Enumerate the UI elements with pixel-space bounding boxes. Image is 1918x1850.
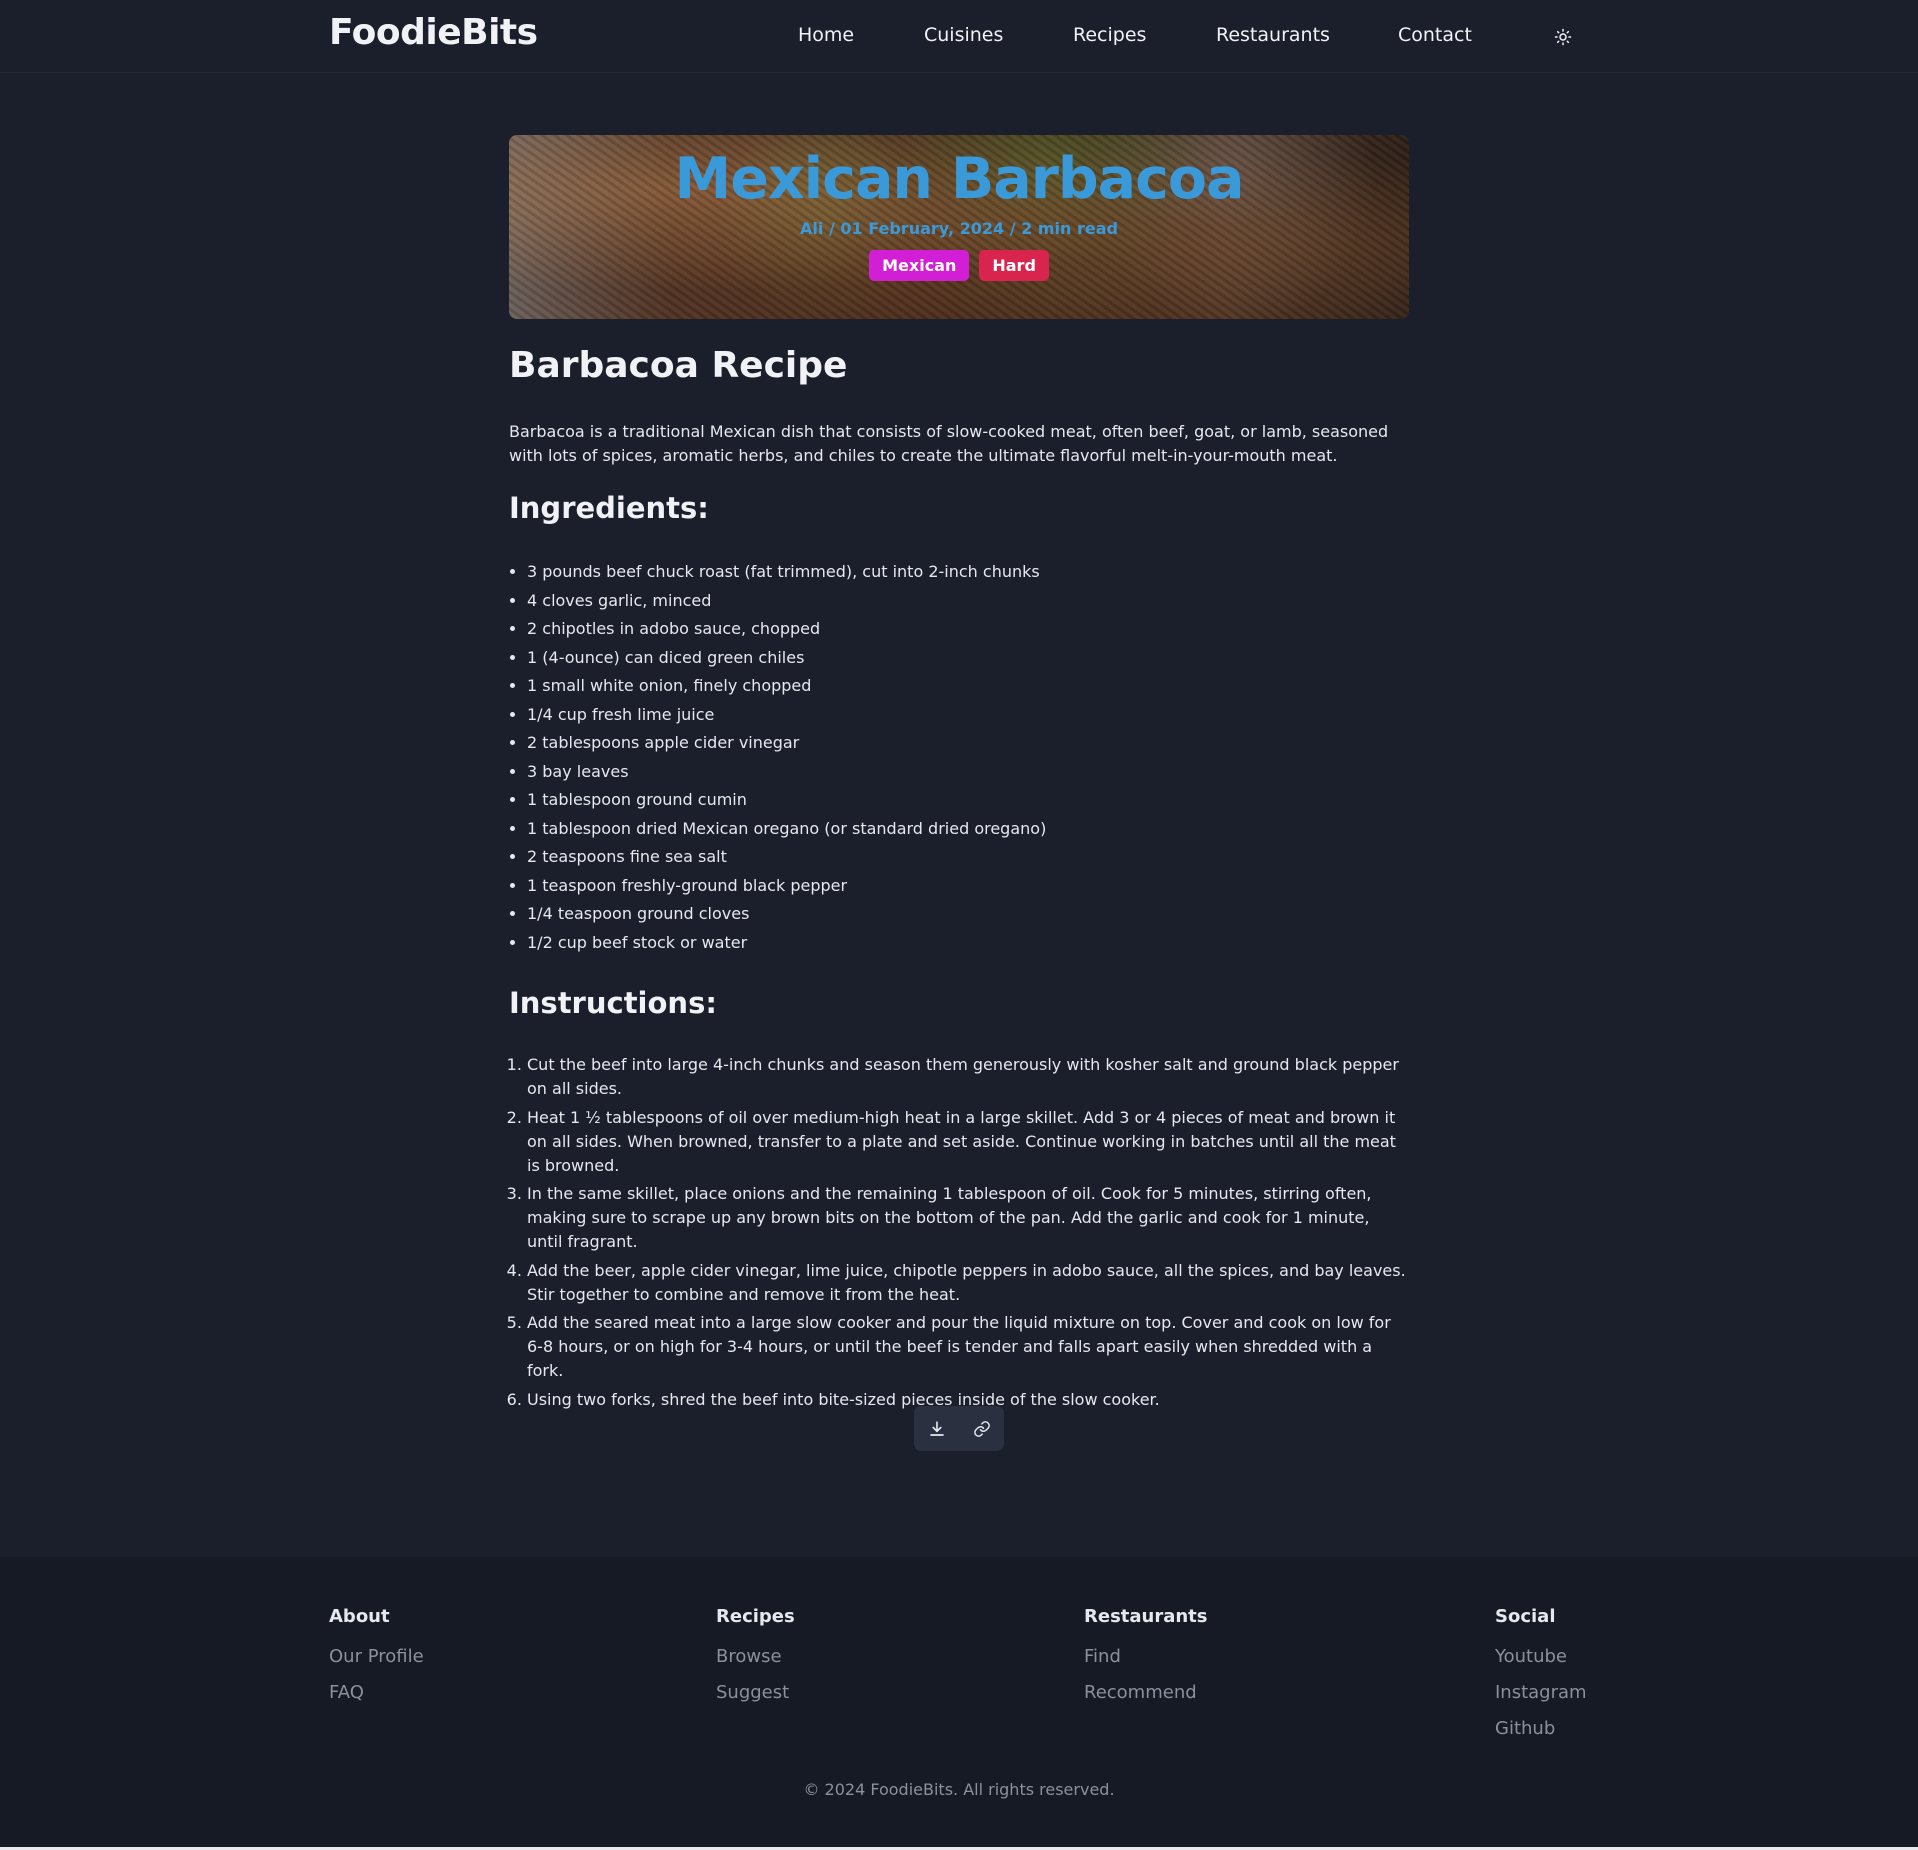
theme-toggle-button[interactable] — [1550, 24, 1576, 50]
instruction-step: Add the seared meat into a large slow co… — [527, 1311, 1409, 1383]
nav-link-cuisines[interactable]: Cuisines — [924, 24, 1003, 46]
ingredient-item: 1 teaspoon freshly-ground black pepper — [527, 872, 1409, 901]
ingredient-item: 3 bay leaves — [527, 758, 1409, 787]
footer-column-restaurants: Restaurants Find Recommend — [1084, 1605, 1208, 1711]
brand-logo[interactable]: FoodieBits — [329, 12, 538, 53]
ingredient-item: 1/4 teaspoon ground cloves — [527, 900, 1409, 929]
hero-title: Mexican Barbacoa — [674, 146, 1244, 212]
hero-content: Mexican Barbacoa Ali / 01 February, 2024… — [509, 135, 1409, 319]
footer-heading: About — [329, 1606, 390, 1627]
ingredient-item: 1/4 cup fresh lime juice — [527, 701, 1409, 730]
hero-banner: Mexican Barbacoa Ali / 01 February, 2024… — [509, 135, 1409, 319]
ingredient-item: 2 tablespoons apple cider vinegar — [527, 729, 1409, 758]
difficulty-tag[interactable]: Hard — [979, 250, 1049, 282]
footer-column-social: Social Youtube Instagram Github — [1495, 1605, 1587, 1747]
ingredient-item: 1 tablespoon ground cumin — [527, 786, 1409, 815]
footer-link-faq[interactable]: FAQ — [329, 1675, 424, 1711]
footer-link-recommend[interactable]: Recommend — [1084, 1675, 1208, 1711]
footer-column-recipes: Recipes Browse Suggest — [716, 1605, 795, 1711]
sun-icon — [1554, 28, 1572, 46]
footer-heading: Social — [1495, 1606, 1556, 1627]
instruction-step: In the same skillet, place onions and th… — [527, 1182, 1409, 1254]
footer-link-our-profile[interactable]: Our Profile — [329, 1639, 424, 1675]
ingredient-item: 1/2 cup beef stock or water — [527, 929, 1409, 958]
footer-heading: Recipes — [716, 1606, 795, 1627]
nav-link-home[interactable]: Home — [798, 24, 854, 46]
recipe-article: Barbacoa Recipe Barbacoa is a traditiona… — [509, 340, 1409, 1416]
ingredients-list: 3 pounds beef chuck roast (fat trimmed),… — [509, 558, 1409, 957]
footer: About Our Profile FAQ Recipes Browse Sug… — [0, 1557, 1918, 1847]
instruction-step: Add the beer, apple cider vinegar, lime … — [527, 1259, 1409, 1307]
ingredient-item: 1 small white onion, finely chopped — [527, 672, 1409, 701]
ingredient-item: 3 pounds beef chuck roast (fat trimmed),… — [527, 558, 1409, 587]
footer-link-instagram[interactable]: Instagram — [1495, 1675, 1587, 1711]
ingredients-heading: Ingredients: — [509, 491, 709, 525]
footer-link-find[interactable]: Find — [1084, 1639, 1208, 1675]
footer-link-youtube[interactable]: Youtube — [1495, 1639, 1587, 1675]
instructions-list: Cut the beef into large 4-inch chunks an… — [509, 1053, 1409, 1412]
navbar: FoodieBits Home Cuisines Recipes Restaur… — [0, 0, 1918, 73]
ingredient-item: 2 teaspoons fine sea salt — [527, 843, 1409, 872]
copyright-text: © 2024 FoodieBits. All rights reserved. — [803, 1780, 1115, 1799]
nav-link-contact[interactable]: Contact — [1398, 24, 1472, 46]
ingredient-item: 4 cloves garlic, minced — [527, 587, 1409, 616]
footer-column-about: About Our Profile FAQ — [329, 1605, 424, 1711]
instruction-step: Cut the beef into large 4-inch chunks an… — [527, 1053, 1409, 1101]
footer-link-suggest[interactable]: Suggest — [716, 1675, 795, 1711]
recipe-intro: Barbacoa is a traditional Mexican dish t… — [509, 422, 1389, 465]
nav-link-recipes[interactable]: Recipes — [1073, 24, 1146, 46]
hero-tags: Mexican Hard — [509, 250, 1409, 282]
cuisine-tag[interactable]: Mexican — [869, 250, 970, 282]
download-button[interactable] — [922, 1414, 952, 1444]
instructions-heading: Instructions: — [509, 986, 717, 1020]
footer-link-browse[interactable]: Browse — [716, 1639, 795, 1675]
ingredient-item: 2 chipotles in adobo sauce, chopped — [527, 615, 1409, 644]
recipe-actions — [914, 1406, 1004, 1451]
download-icon — [929, 1420, 944, 1436]
nav-link-restaurants[interactable]: Restaurants — [1216, 24, 1330, 46]
footer-heading: Restaurants — [1084, 1606, 1208, 1627]
copy-link-button[interactable] — [967, 1414, 997, 1444]
ingredient-item: 1 tablespoon dried Mexican oregano (or s… — [527, 815, 1409, 844]
hero-meta: Ali / 01 February, 2024 / 2 min read — [800, 219, 1118, 239]
ingredient-item: 1 (4-ounce) can diced green chiles — [527, 644, 1409, 673]
link-icon — [973, 1420, 990, 1437]
recipe-heading: Barbacoa Recipe — [509, 345, 848, 386]
footer-link-github[interactable]: Github — [1495, 1711, 1587, 1747]
instruction-step: Heat 1 ½ tablespoons of oil over medium-… — [527, 1106, 1409, 1178]
